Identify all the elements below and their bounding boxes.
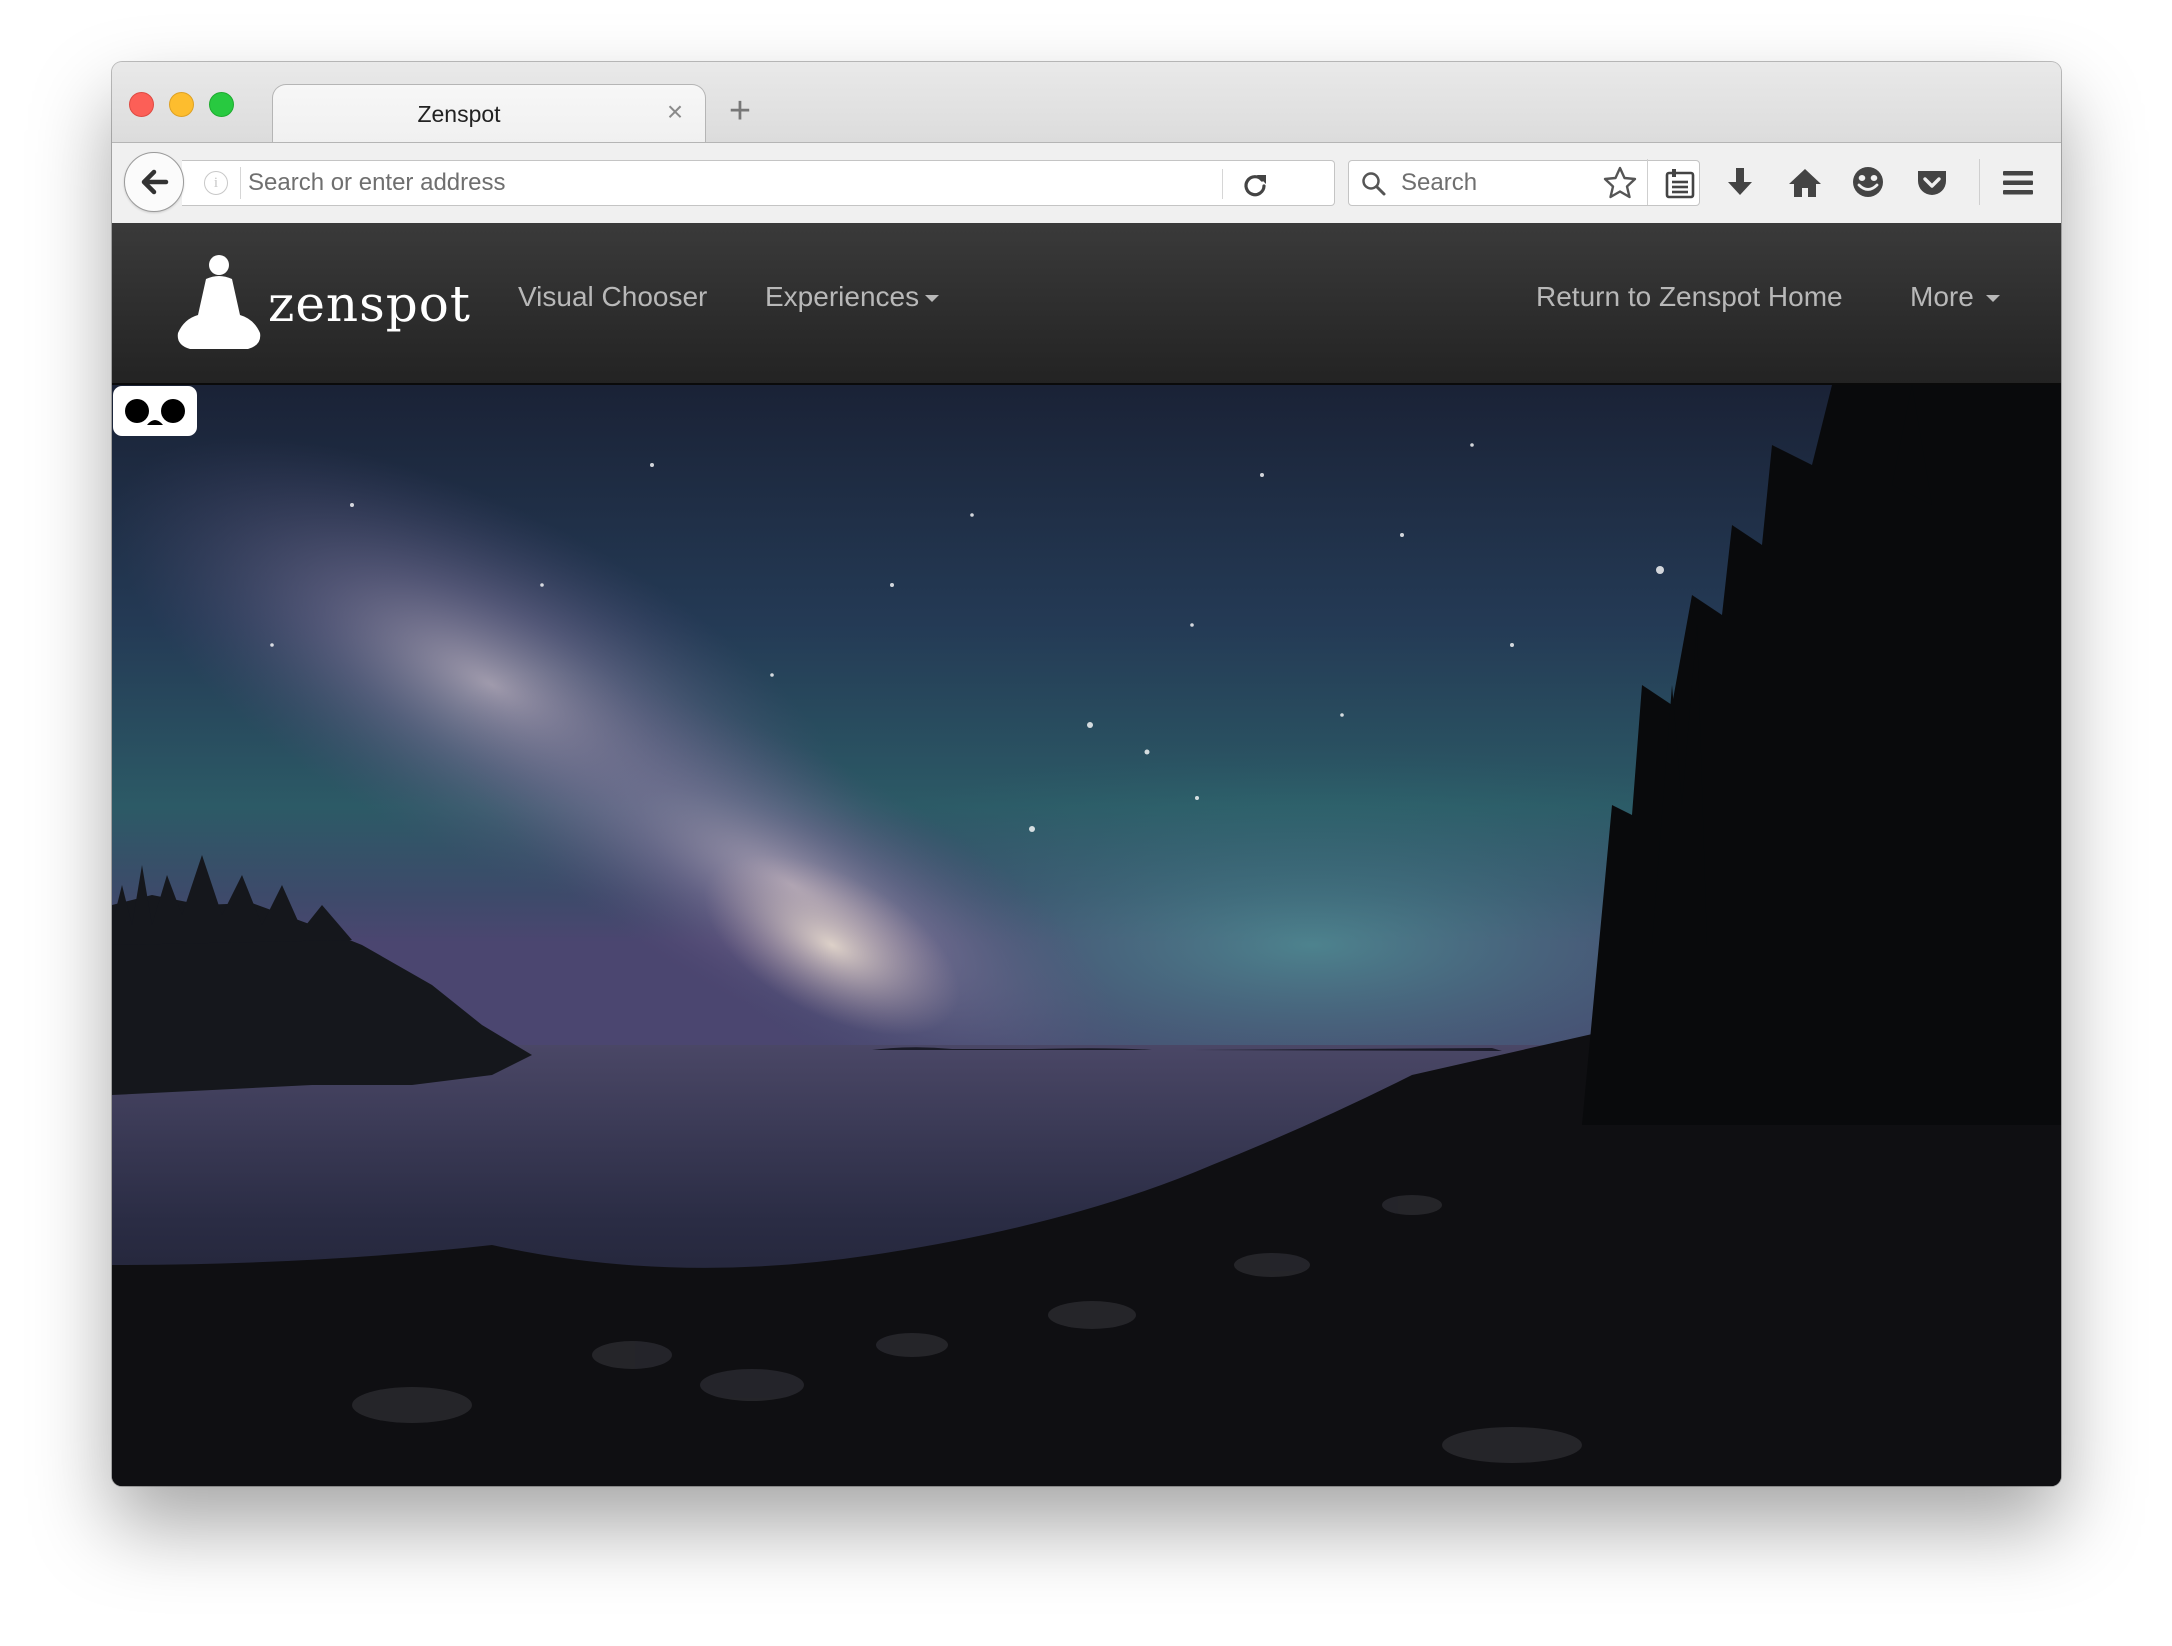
nav-experiences-dropdown[interactable]: Experiences (765, 281, 940, 313)
caret-down-icon (1985, 295, 2000, 303)
brand-name: zenspot (268, 275, 471, 333)
home-icon[interactable] (1787, 165, 1823, 201)
download-icon[interactable] (1722, 165, 1758, 201)
back-arrow-icon (141, 169, 169, 195)
pocket-icon[interactable] (1914, 165, 1950, 201)
tab-close-icon[interactable]: × (661, 98, 689, 126)
search-input[interactable] (1401, 161, 1681, 205)
reload-divider (1222, 169, 1223, 199)
close-window-button[interactable] (129, 92, 154, 117)
navigation-toolbar: i (112, 142, 2061, 224)
meditation-logo-icon (177, 255, 261, 349)
tab-strip: Zenspot × + (112, 62, 2061, 145)
tab-zenspot[interactable]: Zenspot × (272, 84, 706, 145)
nav-more-dropdown[interactable]: More (1910, 281, 2000, 313)
url-divider (240, 167, 241, 199)
tab-title: Zenspot (417, 101, 501, 127)
address-bar[interactable]: i (182, 160, 1335, 206)
site-navbar: zenspot Visual Chooser Experiences Retur… (112, 223, 2061, 385)
caret-down-icon (925, 295, 940, 303)
reading-list-icon[interactable] (1662, 165, 1698, 201)
info-icon[interactable]: i (204, 171, 228, 195)
zoom-window-button[interactable] (209, 92, 234, 117)
star-icon[interactable] (1602, 165, 1638, 201)
toolbar-separator (1647, 159, 1648, 205)
new-tab-button[interactable]: + (720, 92, 760, 132)
web-page: zenspot Visual Chooser Experiences Retur… (112, 223, 2061, 1486)
reload-icon[interactable] (1240, 169, 1270, 199)
nav-experiences-label: Experiences (765, 281, 920, 312)
nav-return-home[interactable]: Return to Zenspot Home (1536, 281, 1843, 313)
vr-headset-icon[interactable] (112, 385, 198, 437)
night-sky-scene (112, 385, 2061, 1486)
hello-icon[interactable] (1850, 165, 1886, 201)
back-button[interactable] (124, 152, 184, 212)
search-icon (1362, 172, 1386, 196)
menu-icon[interactable] (2000, 165, 2036, 201)
hero-panorama[interactable] (112, 385, 2061, 1486)
nav-visual-chooser[interactable]: Visual Chooser (518, 281, 707, 313)
browser-window: Zenspot × + i Search or enter address Se… (112, 62, 2061, 1486)
toolbar-separator (1979, 159, 1980, 205)
address-input[interactable] (248, 161, 1148, 205)
nav-more-label: More (1910, 281, 1974, 312)
minimize-window-button[interactable] (169, 92, 194, 117)
